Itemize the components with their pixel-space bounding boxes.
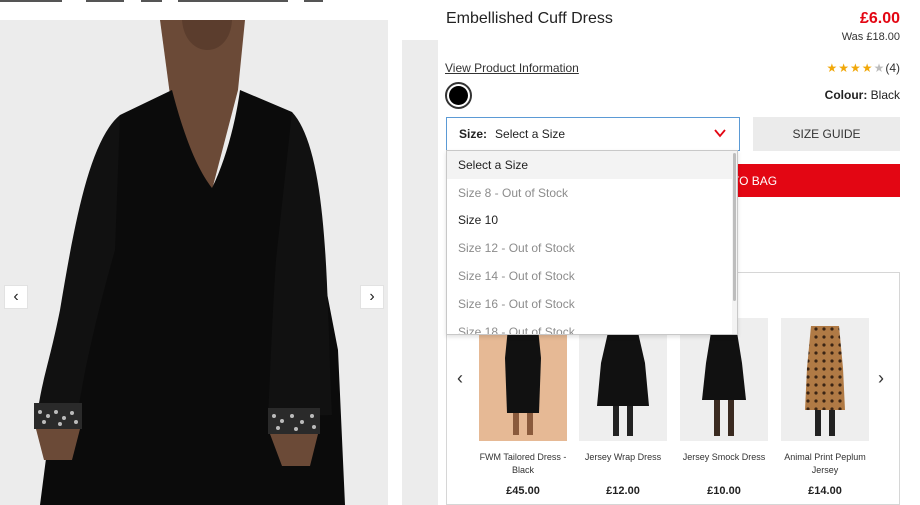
star-icon: ★ (826, 61, 838, 75)
view-product-info-link[interactable]: View Product Information (445, 61, 579, 75)
dropdown-scrollbar-thumb[interactable] (733, 153, 736, 301)
reco-prev-arrow[interactable]: ‹ (457, 368, 463, 389)
size-select-label: Size: (459, 127, 488, 141)
chevron-right-icon: › (369, 288, 375, 305)
reco-price: £45.00 (506, 485, 540, 497)
rating-summary[interactable]: ★ ★ ★ ★ ★ (4) (827, 61, 901, 75)
size-option[interactable]: Size 14 - Out of Stock (447, 262, 737, 290)
star-empty-icon: ★ (873, 61, 885, 75)
size-dropdown-list[interactable]: Select a Size Size 8 - Out of Stock Size… (446, 150, 738, 335)
reco-next-arrow[interactable]: › (878, 368, 884, 389)
reco-name: FWM Tailored Dress - Black (479, 452, 567, 475)
carousel-next-button[interactable]: › (360, 285, 384, 309)
reco-item[interactable]: Jersey Wrap Dress £12.00 (579, 318, 667, 497)
reco-name: Jersey Wrap Dress (584, 452, 662, 462)
breadcrumb-fragment (0, 0, 62, 2)
chevron-left-icon: ‹ (13, 288, 19, 305)
reco-item[interactable]: Jersey Smock Dress £10.00 (680, 318, 768, 497)
chevron-down-icon (714, 129, 726, 138)
size-select-value: Select a Size (495, 127, 566, 141)
swatch-fill (449, 86, 468, 105)
rating-count: (4) (885, 61, 900, 75)
colour-value: Black (870, 88, 900, 102)
size-guide-button[interactable]: SIZE GUIDE (753, 117, 900, 151)
size-option[interactable]: Select a Size (447, 151, 737, 179)
reco-item[interactable]: Animal Print Peplum Jersey £14.00 (781, 318, 869, 497)
size-option[interactable]: Size 12 - Out of Stock (447, 234, 737, 262)
product-title: Embellished Cuff Dress (446, 10, 613, 27)
reco-price: £14.00 (808, 485, 842, 497)
breadcrumb-fragment (86, 0, 124, 2)
product-secondary-image[interactable] (402, 40, 438, 505)
breadcrumb-fragment (304, 0, 323, 2)
product-main-image: ‹ › (0, 20, 388, 505)
reco-item[interactable]: FWM Tailored Dress - Black £45.00 (479, 318, 567, 497)
reco-image (579, 318, 667, 441)
product-price: £6.00 (859, 10, 900, 27)
star-icon: ★ (861, 61, 873, 75)
size-option[interactable]: Size 16 - Out of Stock (447, 290, 737, 318)
breadcrumb-fragment (178, 0, 288, 2)
product-was-price: Was £18.00 (841, 31, 900, 43)
reco-price: £10.00 (707, 485, 741, 497)
reco-name: Jersey Smock Dress (682, 452, 766, 462)
star-icon: ★ (838, 61, 850, 75)
reco-name: Animal Print Peplum Jersey (784, 452, 866, 475)
carousel-prev-button[interactable]: ‹ (4, 285, 28, 309)
reco-price: £12.00 (606, 485, 640, 497)
colour-label: Colour: (824, 88, 868, 102)
size-option[interactable]: Size 8 - Out of Stock (447, 179, 737, 207)
size-option[interactable]: Size 18 - Out of Stock (447, 318, 737, 334)
reco-image (781, 318, 869, 441)
size-select[interactable]: Size: Select a Size (446, 117, 740, 151)
size-option[interactable]: Size 10 (447, 207, 737, 235)
colour-readout: Colour: Black (825, 88, 900, 102)
colour-swatch-black[interactable] (445, 82, 472, 109)
reco-image (479, 318, 567, 441)
reco-image (680, 318, 768, 441)
star-icon: ★ (850, 61, 861, 75)
dropdown-scrollbar[interactable] (732, 151, 737, 334)
breadcrumb-fragment (141, 0, 162, 2)
